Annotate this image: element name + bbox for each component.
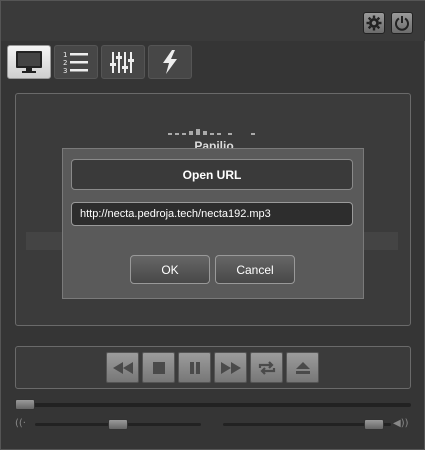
tab-bar: 123 — [1, 45, 425, 81]
ok-button[interactable]: OK — [130, 255, 210, 284]
power-button[interactable] — [391, 12, 413, 34]
balance-slider-handle[interactable] — [108, 419, 128, 430]
volume-slider-handle[interactable] — [363, 419, 384, 430]
dialog-title: Open URL — [71, 159, 353, 190]
tab-equalizer[interactable] — [101, 45, 145, 79]
player-window: 123 Papilio Open URL http://necta.pedroj… — [0, 0, 425, 450]
pause-icon — [189, 361, 200, 374]
sliders-icon — [110, 52, 134, 73]
numbered-list-icon: 123 — [63, 51, 88, 75]
balance-left-icon: ((· — [15, 418, 26, 429]
stop-button[interactable] — [142, 352, 175, 383]
seek-track[interactable] — [15, 403, 411, 407]
power-icon — [395, 16, 409, 31]
cancel-button[interactable]: Cancel — [215, 255, 295, 284]
speaker-icon: ◀)) — [393, 418, 409, 429]
top-bar — [1, 1, 425, 41]
tab-display[interactable] — [7, 45, 51, 79]
rewind-button[interactable] — [106, 352, 139, 383]
transport-panel — [15, 346, 411, 389]
rewind-icon — [112, 361, 133, 374]
settings-button[interactable] — [363, 12, 385, 34]
repeat-icon — [258, 360, 275, 375]
lightning-icon — [163, 50, 177, 74]
svg-text:2: 2 — [63, 59, 67, 67]
fast-forward-icon — [220, 361, 241, 374]
repeat-button[interactable] — [250, 352, 283, 383]
stop-icon — [152, 361, 165, 374]
svg-text:3: 3 — [63, 67, 67, 75]
open-url-dialog: Open URL OK Cancel — [62, 148, 364, 299]
tab-playlist[interactable]: 123 — [54, 45, 98, 79]
svg-text:1: 1 — [63, 51, 67, 59]
fast-forward-button[interactable] — [214, 352, 247, 383]
pause-button[interactable] — [178, 352, 211, 383]
spectrum-visualizer — [168, 129, 255, 135]
eject-button[interactable] — [286, 352, 319, 383]
seek-slider-handle[interactable] — [15, 399, 35, 410]
url-input[interactable] — [71, 202, 353, 226]
eject-icon — [295, 361, 310, 374]
monitor-icon — [16, 51, 42, 73]
tab-effects[interactable] — [148, 45, 192, 79]
gear-icon — [366, 15, 382, 31]
